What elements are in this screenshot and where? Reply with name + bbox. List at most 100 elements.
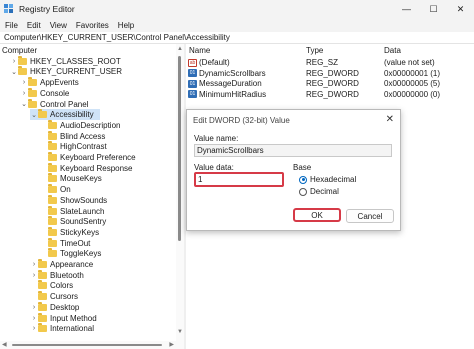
column-header-data[interactable]: Data — [384, 46, 401, 55]
tree-item-label: ToggleKeys — [60, 249, 102, 259]
value-data-input[interactable]: 1 — [194, 172, 284, 187]
decimal-radio[interactable] — [299, 187, 307, 196]
tree-item[interactable]: StickyKeys — [40, 226, 100, 238]
folder-icon — [38, 291, 47, 301]
tree-item[interactable]: ⌄ HKEY_CURRENT_USER — [10, 66, 122, 77]
tree-item-label: Computer — [2, 46, 38, 55]
dword-value-icon: 01 — [188, 90, 197, 98]
value-row-name[interactable]: ab (Default) — [188, 57, 230, 68]
maximize-button[interactable]: ☐ — [420, 0, 447, 18]
key-tree-pane[interactable]: Computer › HKEY_CLASSES_ROOT ⌄ HKEY_CURRENT_… — [0, 44, 176, 349]
column-header-name[interactable]: Name — [189, 46, 210, 55]
tree-item[interactable]: HighContrast — [40, 141, 107, 152]
tree-item[interactable]: MouseKeys — [40, 173, 102, 184]
folder-icon — [48, 216, 57, 226]
folder-icon — [48, 119, 57, 129]
chevron-right-icon[interactable]: › — [20, 90, 28, 97]
tree-item-label: AudioDescription — [60, 120, 121, 130]
folder-icon — [48, 248, 57, 258]
tree-item-label: International — [50, 324, 95, 334]
value-row-name[interactable]: 01 MessageDuration — [188, 78, 262, 89]
chevron-right-icon[interactable]: › — [10, 58, 18, 65]
menu-help[interactable]: Help — [118, 21, 134, 30]
tree-item[interactable]: › Console — [20, 87, 70, 99]
tree-item[interactable]: Keyboard Preference — [40, 152, 136, 163]
tree-item[interactable]: › International — [30, 323, 94, 334]
tree-item[interactable]: › Appearance — [30, 259, 93, 270]
tree-item[interactable]: Keyboard Response — [40, 162, 133, 174]
chevron-down-icon[interactable]: ⌄ — [30, 111, 38, 119]
tree-item[interactable]: › Bluetooth — [30, 269, 84, 281]
tree-item[interactable]: Cursors — [30, 291, 78, 302]
dword-value-icon: 01 — [188, 69, 197, 77]
menu-favorites[interactable]: Favorites — [76, 21, 109, 30]
hexadecimal-radio[interactable] — [299, 175, 307, 184]
folder-icon — [28, 87, 37, 97]
folder-icon — [48, 226, 57, 236]
chevron-right-icon[interactable]: › — [20, 79, 28, 86]
chevron-down-icon[interactable]: ⌄ — [20, 100, 28, 108]
tree-item[interactable]: On — [40, 184, 71, 195]
scroll-thumb-horizontal[interactable] — [12, 344, 162, 346]
tree-item-label: Keyboard Response — [60, 163, 133, 173]
chevron-right-icon[interactable]: › — [30, 325, 38, 332]
scroll-right-arrow-icon[interactable]: ▶ — [169, 341, 174, 348]
ok-button[interactable]: OK — [293, 208, 341, 222]
menu-file[interactable]: File — [5, 21, 18, 30]
tree-item[interactable]: SlateLaunch — [40, 205, 104, 217]
value-row-name[interactable]: 01 MinimumHitRadius — [188, 89, 266, 100]
dialog-close-icon[interactable]: ✕ — [386, 114, 394, 125]
scroll-down-arrow-icon[interactable]: ▼ — [177, 329, 183, 335]
tree-item[interactable]: ShowSounds — [40, 194, 107, 206]
tree-item[interactable]: ToggleKeys — [40, 248, 101, 259]
tree-item[interactable]: Blind Access — [40, 130, 105, 142]
scroll-left-arrow-icon[interactable]: ◀ — [2, 341, 7, 348]
chevron-right-icon[interactable]: › — [30, 261, 38, 268]
chevron-right-icon[interactable]: › — [30, 272, 38, 279]
folder-icon — [48, 184, 57, 194]
tree-item[interactable]: Colors — [30, 280, 73, 291]
tree-item[interactable]: › AppEvents — [20, 77, 79, 88]
chevron-right-icon[interactable]: › — [30, 304, 38, 311]
registry-editor-icon — [4, 4, 13, 13]
address-bar[interactable]: Computer\HKEY_CURRENT_USER\Control Panel… — [0, 32, 474, 44]
tree-item[interactable]: › Input Method — [30, 312, 97, 324]
value-type: REG_DWORD — [306, 68, 359, 78]
cancel-button[interactable]: Cancel — [346, 209, 394, 223]
menu-view[interactable]: View — [50, 21, 67, 30]
folder-icon — [38, 259, 47, 268]
close-button[interactable]: ✕ — [447, 0, 474, 18]
tree-item[interactable]: › Desktop — [30, 301, 79, 313]
folder-icon — [38, 323, 47, 333]
decimal-radio-option[interactable]: Decimal — [299, 187, 339, 196]
value-name-field[interactable]: DynamicScrollbars — [194, 144, 392, 157]
column-header-type[interactable]: Type — [306, 46, 323, 55]
tree-item-label: StickyKeys — [60, 227, 100, 237]
tree-item[interactable]: ⌄ Accessibility — [30, 109, 100, 121]
tree-item[interactable]: ⌄ Control Panel — [20, 98, 88, 110]
menu-edit[interactable]: Edit — [27, 21, 41, 30]
tree-item-label: On — [60, 185, 71, 195]
folder-icon — [48, 130, 57, 140]
value-data-label: Value data: — [194, 163, 234, 172]
folder-icon — [18, 55, 27, 65]
chevron-down-icon[interactable]: ⌄ — [10, 68, 18, 76]
tree-item[interactable]: AudioDescription — [40, 119, 121, 131]
tree-item[interactable]: Computer — [0, 45, 37, 56]
title-bar: Registry Editor — ☐ ✕ — [0, 0, 474, 18]
tree-vertical-scrollbar[interactable]: ▲ ▼ — [176, 44, 184, 349]
hexadecimal-radio-option[interactable]: Hexadecimal — [299, 175, 356, 184]
tree-item[interactable]: SoundSentry — [40, 216, 106, 227]
tree-item-label: Keyboard Preference — [60, 153, 136, 162]
tree-item[interactable]: TimeOut — [40, 237, 90, 249]
tree-item-label: Console — [40, 88, 70, 98]
hexadecimal-label: Hexadecimal — [310, 175, 357, 184]
tree-item[interactable]: › HKEY_CLASSES_ROOT — [10, 55, 121, 67]
minimize-button[interactable]: — — [393, 0, 420, 18]
scroll-up-arrow-icon[interactable]: ▲ — [177, 46, 183, 52]
scroll-thumb[interactable] — [178, 56, 181, 241]
chevron-right-icon[interactable]: › — [30, 315, 38, 322]
tree-horizontal-scrollbar[interactable]: ◀ ▶ — [0, 341, 176, 349]
address-path[interactable]: Computer\HKEY_CURRENT_USER\Control Panel… — [4, 33, 230, 42]
value-row-name[interactable]: 01 DynamicScrollbars — [188, 68, 266, 79]
